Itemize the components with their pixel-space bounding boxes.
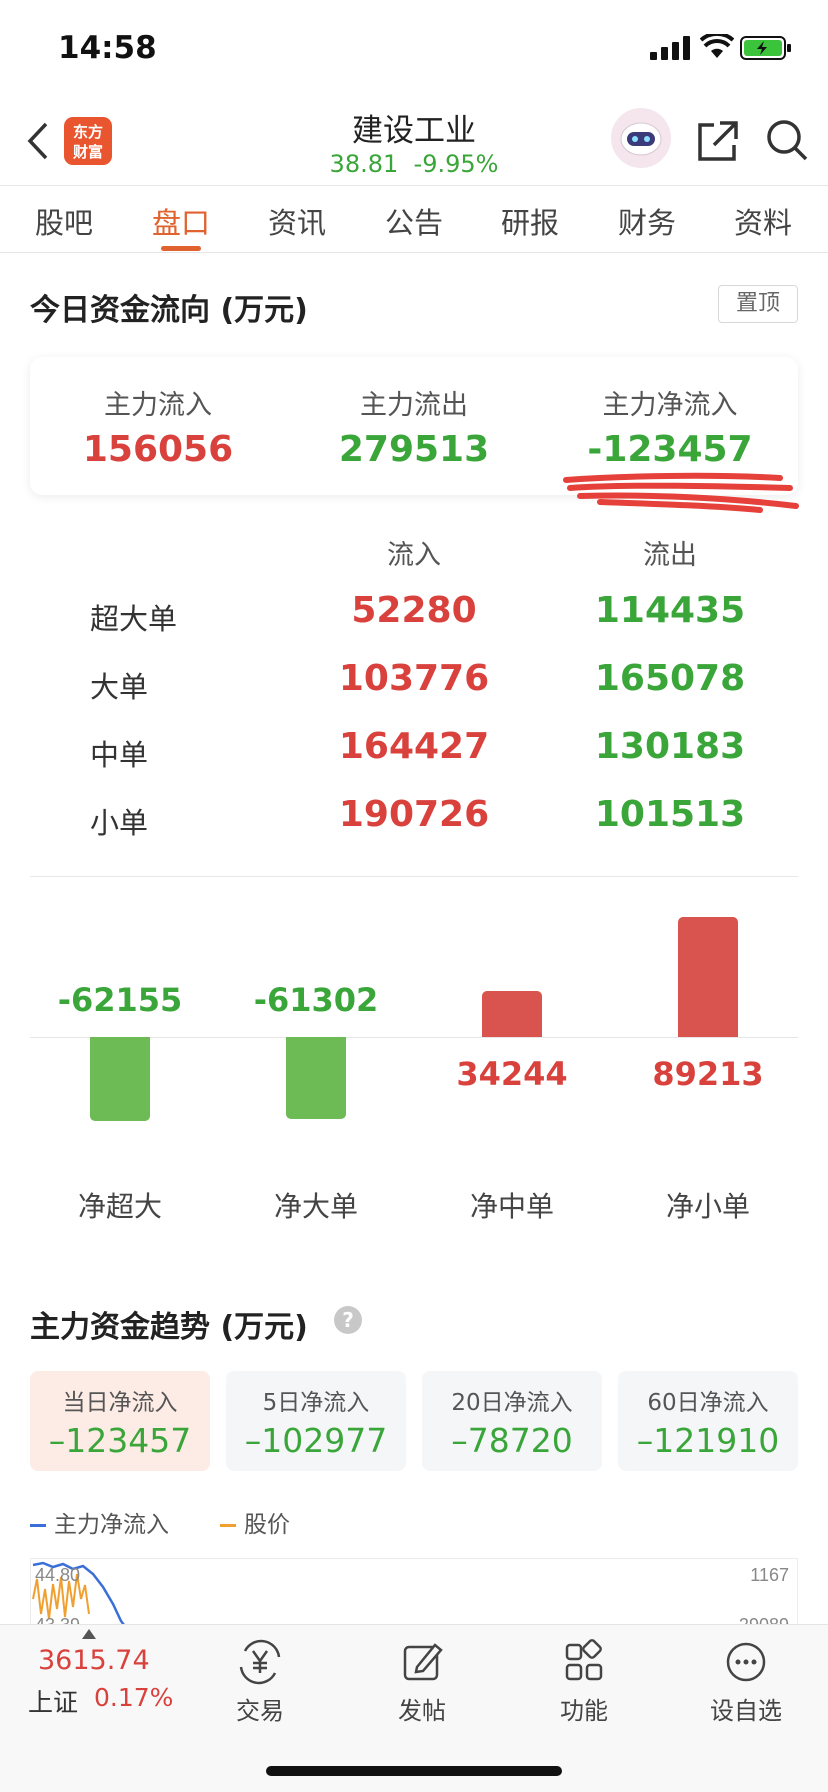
stock-header: 东方 财富 建设工业 38.81 -9.95%	[0, 95, 828, 185]
more-icon	[726, 1642, 766, 1682]
section-divider	[30, 876, 798, 877]
net-flow-category-label: 净中单	[469, 1190, 554, 1223]
trend-chart: 44.80 43.39 1167 -29089	[30, 1558, 798, 1628]
pill-today-net-inflow[interactable]: 当日净流入 –123457	[30, 1371, 210, 1471]
large-inflow: 103776	[338, 658, 490, 699]
index-name[interactable]: 上证	[28, 1683, 78, 1719]
super-large-outflow: 114435	[594, 590, 746, 631]
tab-pankou[interactable]: 盘口	[131, 200, 231, 242]
net-flow-value-label: 34244	[456, 1055, 568, 1093]
net-flow-bar	[90, 1037, 150, 1121]
small-outflow: 101513	[594, 794, 746, 835]
net-flow-value-label: 89213	[652, 1055, 764, 1093]
trend-chart-lines: 44.80 43.39 1167 -29089	[32, 1561, 789, 1627]
main-net-inflow-label: 主力净流入	[602, 390, 738, 421]
active-tab-indicator	[161, 246, 201, 251]
tab-profile[interactable]: 资料	[713, 200, 813, 242]
index-value[interactable]: 3615.74	[38, 1645, 150, 1676]
nav-post[interactable]: 发帖	[362, 1637, 482, 1726]
legend-stock-price: 股价	[220, 1505, 290, 1539]
pill-value: –123457	[48, 1421, 192, 1460]
tab-guba[interactable]: 股吧	[14, 200, 114, 242]
main-outflow-value: 279513	[338, 429, 490, 470]
share-icon[interactable]	[696, 119, 740, 163]
super-large-inflow: 52280	[351, 590, 477, 631]
nav-trade[interactable]: 交易	[200, 1637, 320, 1726]
stock-price: 38.81	[329, 150, 399, 178]
net-flow-category-label: 净小单	[665, 1190, 750, 1223]
battery-icon	[740, 36, 791, 60]
net-flow-category-label: 净超大	[77, 1190, 162, 1223]
tab-news[interactable]: 资讯	[247, 200, 347, 242]
pill-5day-net-inflow[interactable]: 5日净流入 –102977	[226, 1371, 406, 1471]
robot-assistant-icon[interactable]	[610, 107, 672, 169]
status-bar: 14:58	[0, 0, 828, 95]
col-header-outflow: 流出	[643, 540, 697, 571]
row-label-small: 小单	[90, 806, 149, 840]
help-icon[interactable]: ?	[334, 1306, 362, 1334]
grid-icon	[565, 1639, 603, 1681]
tab-research[interactable]: 研报	[480, 200, 580, 242]
nav-label: 交易	[236, 1697, 284, 1725]
pill-60day-net-inflow[interactable]: 60日净流入 –121910	[618, 1371, 798, 1471]
trend-title: 主力资金趋势 (万元)	[30, 1310, 308, 1345]
pill-20day-net-inflow[interactable]: 20日净流入 –78720	[422, 1371, 602, 1471]
legend-label: 股价	[244, 1512, 290, 1538]
pill-value: –102977	[244, 1421, 388, 1460]
small-inflow: 190726	[338, 794, 490, 835]
caret-up-icon	[82, 1629, 96, 1639]
legend-swatch	[220, 1524, 236, 1527]
col-header-inflow: 流入	[387, 540, 441, 571]
trade-icon	[239, 1639, 281, 1685]
net-flow-bar	[482, 990, 542, 1037]
row-label-super-large: 超大单	[90, 602, 178, 636]
search-icon[interactable]	[764, 117, 810, 163]
tab-announcements[interactable]: 公告	[364, 200, 464, 242]
nav-label: 功能	[560, 1697, 608, 1725]
home-indicator	[266, 1766, 562, 1776]
pill-label: 5日净流入	[262, 1390, 370, 1416]
main-inflow-value: 156056	[82, 429, 234, 470]
edit-icon	[403, 1643, 443, 1681]
medium-inflow: 164427	[338, 726, 490, 767]
red-scribble-annotation	[563, 472, 799, 513]
net-flow-value-label: -61302	[253, 981, 379, 1019]
pill-value: –78720	[451, 1421, 573, 1460]
main-net-inflow-value: -123457	[587, 429, 753, 470]
row-label-large: 大单	[90, 670, 149, 704]
fund-flow-title: 今日资金流向 (万元)	[30, 293, 308, 328]
wifi-icon	[700, 34, 734, 58]
medium-outflow: 130183	[594, 726, 746, 767]
nav-label: 发帖	[398, 1697, 446, 1725]
legend-swatch	[30, 1524, 46, 1527]
stock-change: -9.95%	[413, 150, 499, 178]
axis-left-top: 44.80	[35, 1565, 80, 1585]
pill-label: 当日净流入	[62, 1390, 178, 1416]
tab-bar: 股吧 盘口 资讯 公告 研报 财务 资料	[0, 185, 828, 253]
net-flow-category-label: 净大单	[273, 1190, 358, 1223]
main-outflow-label: 主力流出	[360, 390, 468, 421]
pill-value: –121910	[636, 1421, 780, 1460]
tab-finance[interactable]: 财务	[597, 200, 697, 242]
main-inflow-label: 主力流入	[104, 390, 212, 421]
net-flow-bar	[678, 917, 738, 1037]
nav-label: 设自选	[710, 1697, 782, 1725]
status-time: 14:58	[58, 30, 157, 66]
legend-main-net-inflow: 主力净流入	[30, 1505, 169, 1539]
net-flow-value-label: -62155	[57, 981, 183, 1019]
legend-label: 主力净流入	[54, 1512, 169, 1538]
row-label-medium: 中单	[90, 738, 149, 772]
signal-icon	[650, 36, 690, 60]
nav-add-watchlist[interactable]: 设自选	[686, 1637, 806, 1726]
pill-label: 20日净流入	[451, 1390, 573, 1416]
nav-functions[interactable]: 功能	[524, 1637, 644, 1726]
pin-to-top-button[interactable]: 置顶	[718, 285, 798, 323]
pill-label: 60日净流入	[647, 1390, 769, 1416]
axis-right-top: 1167	[750, 1565, 789, 1585]
large-outflow: 165078	[594, 658, 746, 699]
index-change[interactable]: 0.17%	[94, 1683, 173, 1712]
net-flow-bar	[286, 1037, 346, 1120]
